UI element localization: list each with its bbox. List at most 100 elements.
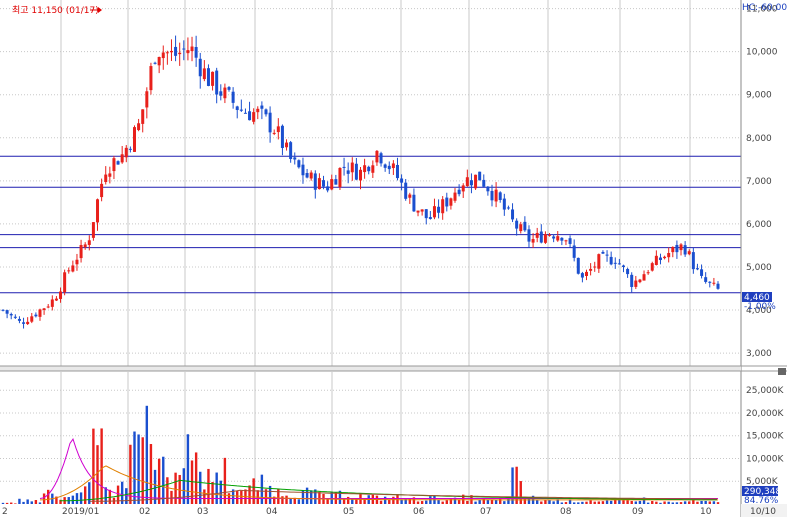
candle-body	[638, 279, 642, 283]
candle-body	[461, 185, 465, 192]
candle-body	[412, 194, 416, 212]
volume-bar	[646, 502, 650, 504]
candle-body	[108, 173, 112, 177]
candle-body	[350, 162, 354, 173]
volume-tick-label: 10,000K	[746, 454, 784, 464]
volume-bar	[659, 502, 662, 504]
date-tick-label: 10	[700, 507, 712, 517]
volume-bar	[170, 490, 173, 504]
candle-body	[626, 269, 630, 275]
candle-body	[363, 165, 367, 173]
date-tick-label: 06	[413, 507, 425, 517]
candle-body	[120, 154, 124, 163]
volume-bar	[704, 501, 707, 504]
candle-body	[416, 210, 420, 213]
candle-body	[243, 112, 247, 114]
volume-bar	[626, 500, 629, 504]
candle-body	[593, 266, 597, 268]
candle-body	[342, 166, 346, 168]
candle-body	[178, 52, 182, 55]
price-tick-label: 6,000	[746, 220, 772, 230]
candle-body	[96, 199, 100, 223]
candle-body	[527, 229, 531, 242]
candle-body	[617, 263, 621, 265]
candle-body	[17, 318, 21, 321]
volume-bar	[392, 496, 395, 504]
candle-body	[42, 308, 46, 310]
candle-body	[1, 309, 5, 311]
candle-body	[375, 150, 379, 163]
volume-bar	[100, 428, 103, 504]
candle-body	[104, 174, 108, 183]
candle-body	[441, 199, 445, 214]
candle-body	[297, 160, 301, 168]
volume-bar	[425, 500, 428, 504]
candle-body	[313, 173, 317, 190]
candle-body	[691, 252, 695, 270]
candle-body	[276, 126, 280, 133]
candle-body	[519, 224, 523, 232]
volume-bar	[585, 501, 588, 504]
volume-bar	[285, 495, 288, 504]
price-tick-label: 5,000	[746, 263, 772, 273]
candle-body	[46, 306, 50, 308]
candle-body	[404, 182, 408, 199]
candle-body	[371, 165, 375, 173]
candle-body	[198, 58, 202, 77]
volume-bar	[651, 501, 654, 504]
current-volume-badge: 290,348 84.76%	[742, 486, 781, 506]
candle-body	[280, 125, 284, 148]
candle-body	[100, 183, 104, 198]
candle-body	[289, 142, 293, 159]
volume-bar	[236, 491, 239, 504]
volume-bar	[679, 502, 683, 504]
volume-bar	[593, 501, 596, 504]
volume-bar	[630, 500, 633, 504]
stock-chart: 3,0004,0005,0006,0007,0008,0009,00010,00…	[0, 0, 787, 517]
volume-bar	[186, 434, 190, 504]
candle-body	[671, 246, 675, 253]
panel-collapse-button[interactable]	[778, 368, 786, 375]
volume-bar	[92, 428, 95, 504]
candle-body	[391, 163, 395, 169]
volume-tick-label: 20,000K	[746, 409, 784, 419]
candle-body	[153, 62, 157, 64]
volume-bar	[700, 500, 703, 504]
date-tick-label: 2	[2, 507, 8, 517]
candle-body	[54, 298, 58, 301]
volume-bar	[281, 496, 284, 504]
volume-bar	[96, 445, 99, 504]
candle-body	[227, 87, 231, 90]
candle-body	[585, 271, 589, 276]
hc-label: HC:-60.00	[742, 3, 787, 13]
candle-body	[490, 190, 494, 201]
candle-body	[445, 197, 449, 207]
candle-body	[71, 265, 75, 272]
candle-body	[354, 163, 358, 180]
candle-body	[432, 206, 436, 218]
volume-bar	[30, 501, 33, 504]
candle-body	[87, 240, 91, 245]
candle-body	[531, 239, 535, 243]
candle-body	[428, 217, 432, 219]
candle-body	[667, 253, 671, 258]
volume-bar	[383, 496, 387, 504]
volume-bar	[601, 501, 605, 504]
candle-body	[239, 109, 243, 111]
volume-bar	[305, 487, 309, 504]
volume-bar	[589, 500, 592, 504]
date-tick-label: 02	[139, 507, 150, 517]
price-tick-label: 3,000	[746, 349, 772, 359]
volume-bar	[564, 502, 568, 504]
candle-body	[576, 257, 580, 274]
volume-tick-label: 5,000K	[746, 477, 779, 487]
candle-body	[621, 265, 625, 267]
date-tick-label: 05	[343, 507, 354, 517]
candle-body	[202, 68, 206, 80]
volume-bar	[22, 501, 25, 504]
candle-body	[30, 316, 34, 322]
volume-bar	[503, 501, 506, 504]
current-volume-ratio: 84.76%	[744, 496, 779, 506]
volume-bar	[211, 481, 214, 504]
candle-body	[231, 91, 235, 103]
